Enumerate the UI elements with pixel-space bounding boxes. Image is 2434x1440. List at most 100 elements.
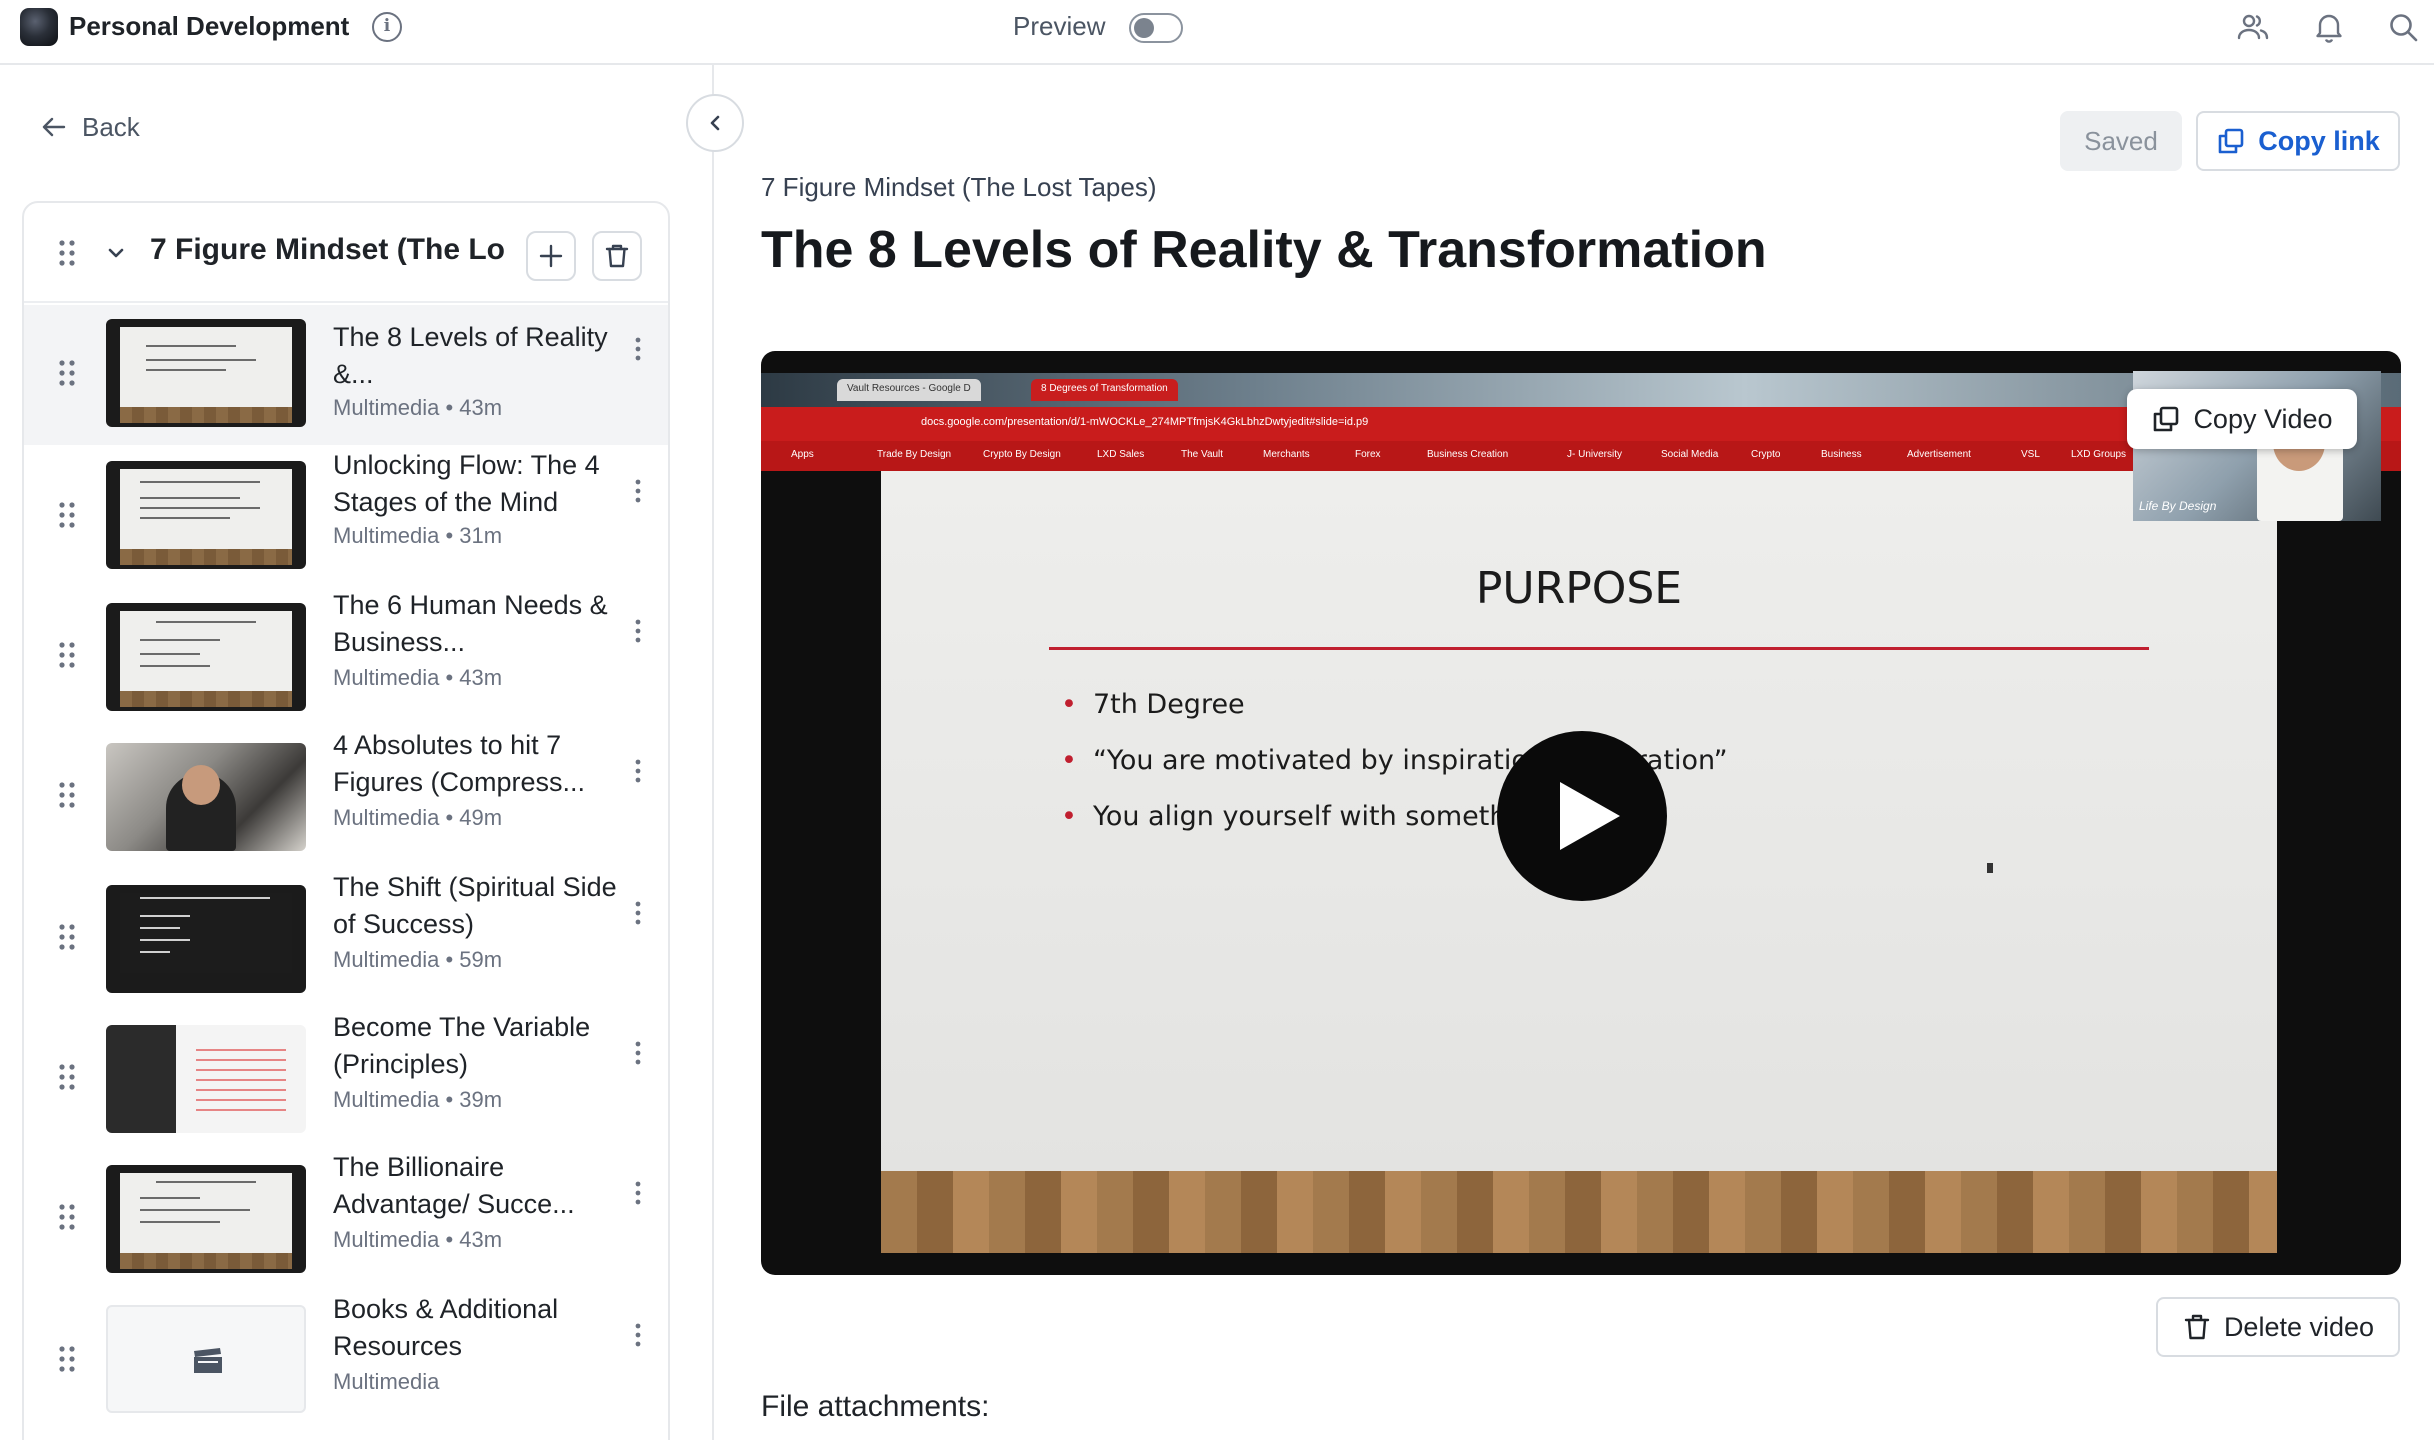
slide-title: PURPOSE bbox=[1475, 563, 1683, 614]
drag-handle-icon[interactable] bbox=[58, 1203, 76, 1231]
chevron-down-icon[interactable] bbox=[104, 241, 128, 265]
lesson-title: The Billionaire Advantage/ Succe... bbox=[333, 1152, 575, 1219]
copy-video-button[interactable]: Copy Video bbox=[2127, 389, 2357, 449]
users-icon[interactable] bbox=[2236, 10, 2270, 44]
delete-module-button[interactable] bbox=[592, 231, 642, 281]
top-bar: Personal Development i Preview bbox=[0, 0, 2434, 65]
video-tab: 8 Degrees of Transformation bbox=[1031, 379, 1178, 401]
lesson-title: Unlocking Flow: The 4 Stages of the Mind bbox=[333, 450, 600, 517]
more-options-icon[interactable] bbox=[630, 1179, 646, 1207]
trash-icon bbox=[2184, 1314, 2210, 1340]
info-icon[interactable]: i bbox=[372, 12, 402, 42]
back-label: Back bbox=[82, 111, 140, 142]
copy-video-label: Copy Video bbox=[2193, 403, 2333, 434]
saved-button[interactable]: Saved bbox=[2060, 111, 2182, 171]
preview-toggle[interactable] bbox=[1129, 13, 1183, 43]
lesson-title: Become The Variable (Principles) bbox=[333, 1012, 591, 1079]
video-player[interactable]: Vault Resources - Google D 8 Degrees of … bbox=[761, 351, 2401, 1275]
video-bookmark: Crypto By Design bbox=[983, 449, 1061, 460]
video-bookmark: J- University bbox=[1567, 449, 1623, 460]
lesson-thumbnail bbox=[106, 461, 306, 569]
lesson-thumbnail bbox=[106, 1165, 306, 1273]
more-options-icon[interactable] bbox=[630, 617, 646, 645]
video-bookmark: Advertisement bbox=[1907, 449, 1971, 460]
delete-video-label: Delete video bbox=[2223, 1311, 2375, 1342]
video-tab: Vault Resources - Google D bbox=[837, 379, 981, 401]
preview-label: Preview bbox=[1013, 11, 1106, 41]
breadcrumb[interactable]: 7 Figure Mindset (The Lost Tapes) bbox=[761, 172, 1156, 203]
lesson-item[interactable]: The 8 Levels of Reality &... Multimedia … bbox=[24, 305, 668, 445]
lesson-thumbnail bbox=[106, 885, 306, 993]
lesson-item[interactable]: 4 Absolutes to hit 7 Figures (Compress..… bbox=[24, 727, 668, 867]
video-bookmark: LXD Sales bbox=[1097, 449, 1145, 460]
lesson-meta: Multimedia bbox=[333, 1369, 440, 1394]
video-bookmark: Trade By Design bbox=[877, 449, 952, 460]
video-bookmark: The Vault bbox=[1181, 449, 1224, 460]
video-bookmark: Apps bbox=[791, 449, 814, 460]
search-icon[interactable] bbox=[2386, 10, 2420, 44]
file-attachments-heading: File attachments: bbox=[761, 1390, 990, 1423]
more-options-icon[interactable] bbox=[630, 1321, 646, 1349]
video-bookmark: LXD Groups bbox=[2071, 449, 2127, 460]
drag-handle-icon[interactable] bbox=[58, 501, 76, 529]
sidebar: Back 7 Figure Mindset (The Lo The 8 Leve… bbox=[0, 65, 714, 1440]
more-options-icon[interactable] bbox=[630, 899, 646, 927]
video-bookmark: Forex bbox=[1355, 449, 1381, 460]
bell-icon[interactable] bbox=[2312, 10, 2346, 44]
webcam-label: Life By Design bbox=[2139, 499, 2217, 513]
play-button[interactable] bbox=[1497, 731, 1667, 901]
drag-handle-icon[interactable] bbox=[58, 781, 76, 809]
more-options-icon[interactable] bbox=[630, 477, 646, 505]
lesson-meta: Multimedia • 39m bbox=[333, 1087, 503, 1112]
more-options-icon[interactable] bbox=[630, 757, 646, 785]
module-card: 7 Figure Mindset (The Lo The 8 Levels of… bbox=[22, 201, 670, 1440]
lesson-title: Books & Additional Resources bbox=[333, 1294, 559, 1361]
lesson-meta: Multimedia • 43m bbox=[333, 395, 503, 420]
copy-icon bbox=[2154, 406, 2179, 432]
lesson-item[interactable]: The Shift (Spiritual Side of Success) Mu… bbox=[24, 869, 668, 1009]
lesson-thumbnail bbox=[106, 1025, 306, 1133]
collapse-sidebar-button[interactable] bbox=[686, 94, 744, 152]
trash-icon bbox=[605, 244, 629, 268]
drag-handle-icon[interactable] bbox=[58, 1345, 76, 1373]
video-bookmark: Merchants bbox=[1263, 449, 1310, 460]
lesson-meta: Multimedia • 43m bbox=[333, 1227, 503, 1252]
copy-link-button[interactable]: Copy link bbox=[2196, 111, 2400, 171]
drag-handle-icon[interactable] bbox=[58, 239, 76, 267]
app-logo[interactable] bbox=[20, 8, 58, 46]
lesson-title: The 8 Levels of Reality &... bbox=[333, 322, 608, 389]
lesson-item[interactable]: Books & Additional Resources Multimedia bbox=[24, 1291, 668, 1431]
module-title[interactable]: 7 Figure Mindset (The Lo bbox=[150, 233, 530, 267]
video-bookmark: Social Media bbox=[1661, 449, 1719, 460]
app-title: Personal Development bbox=[69, 11, 350, 41]
more-options-icon[interactable] bbox=[630, 335, 646, 363]
video-bookmark: VSL bbox=[2021, 449, 2040, 460]
copy-link-label: Copy link bbox=[2258, 125, 2380, 156]
lesson-item[interactable]: Become The Variable (Principles) Multime… bbox=[24, 1009, 668, 1149]
drag-handle-icon[interactable] bbox=[58, 1063, 76, 1091]
back-link[interactable]: Back bbox=[40, 109, 140, 145]
video-floor bbox=[881, 1171, 2277, 1253]
lesson-meta: Multimedia • 43m bbox=[333, 665, 503, 690]
arrow-left-icon bbox=[42, 117, 66, 137]
drag-handle-icon[interactable] bbox=[58, 923, 76, 951]
drag-handle-icon[interactable] bbox=[58, 641, 76, 669]
delete-video-button[interactable]: Delete video bbox=[2156, 1297, 2400, 1357]
lesson-item[interactable]: Unlocking Flow: The 4 Stages of the Mind… bbox=[24, 447, 668, 587]
cursor-icon bbox=[1987, 863, 1993, 873]
drag-handle-icon[interactable] bbox=[58, 359, 76, 387]
lesson-meta: Multimedia • 59m bbox=[333, 947, 503, 972]
more-options-icon[interactable] bbox=[630, 1039, 646, 1067]
lesson-item[interactable]: The 6 Human Needs & Business... Multimed… bbox=[24, 587, 668, 727]
module-header: 7 Figure Mindset (The Lo bbox=[24, 203, 668, 303]
lesson-thumbnail bbox=[106, 743, 306, 851]
lesson-thumbnail bbox=[106, 1305, 306, 1413]
video-bookmark: Crypto bbox=[1751, 449, 1781, 460]
lesson-thumbnail bbox=[106, 603, 306, 711]
lesson-meta: Multimedia • 31m bbox=[333, 523, 503, 548]
lesson-item[interactable]: The Billionaire Advantage/ Succe... Mult… bbox=[24, 1149, 668, 1289]
plus-icon bbox=[539, 244, 563, 268]
play-icon bbox=[1560, 782, 1620, 850]
add-lesson-button[interactable] bbox=[526, 231, 576, 281]
lesson-meta: Multimedia • 49m bbox=[333, 805, 503, 830]
